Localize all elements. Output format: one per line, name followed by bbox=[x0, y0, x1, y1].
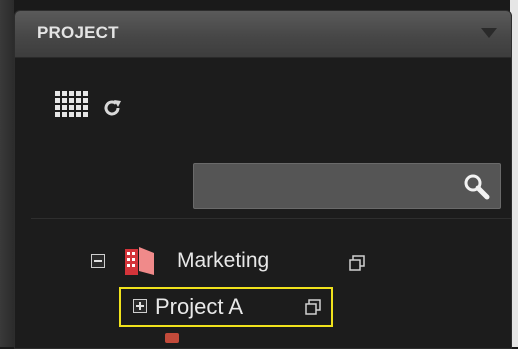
triangle-down-icon[interactable] bbox=[481, 28, 497, 38]
refresh-icon[interactable] bbox=[101, 97, 123, 119]
panel-header[interactable]: PROJECT bbox=[15, 11, 511, 58]
background-left-edge bbox=[0, 0, 14, 347]
tree-item-marketing[interactable]: Marketing bbox=[81, 241, 381, 281]
next-item-icon bbox=[165, 333, 179, 343]
section-divider bbox=[31, 218, 511, 219]
panel-toolbar bbox=[15, 57, 511, 127]
search-input[interactable] bbox=[200, 170, 454, 202]
copy-icon[interactable] bbox=[349, 255, 365, 271]
grid-view-icon[interactable] bbox=[55, 91, 89, 117]
expand-plus-icon[interactable] bbox=[133, 299, 147, 313]
tree-item-project-a[interactable]: Project A bbox=[119, 287, 333, 327]
tree-item-label: Marketing bbox=[177, 249, 270, 272]
collapse-minus-icon[interactable] bbox=[91, 254, 105, 268]
panel-title: PROJECT bbox=[37, 23, 119, 42]
folder-icon bbox=[125, 247, 154, 275]
search-box bbox=[193, 163, 501, 209]
tree-item-label: Project A bbox=[155, 294, 244, 319]
magnifier-icon[interactable] bbox=[462, 172, 490, 200]
copy-icon[interactable] bbox=[305, 299, 321, 315]
project-panel: PROJECT Marketing Project A bbox=[14, 10, 512, 349]
